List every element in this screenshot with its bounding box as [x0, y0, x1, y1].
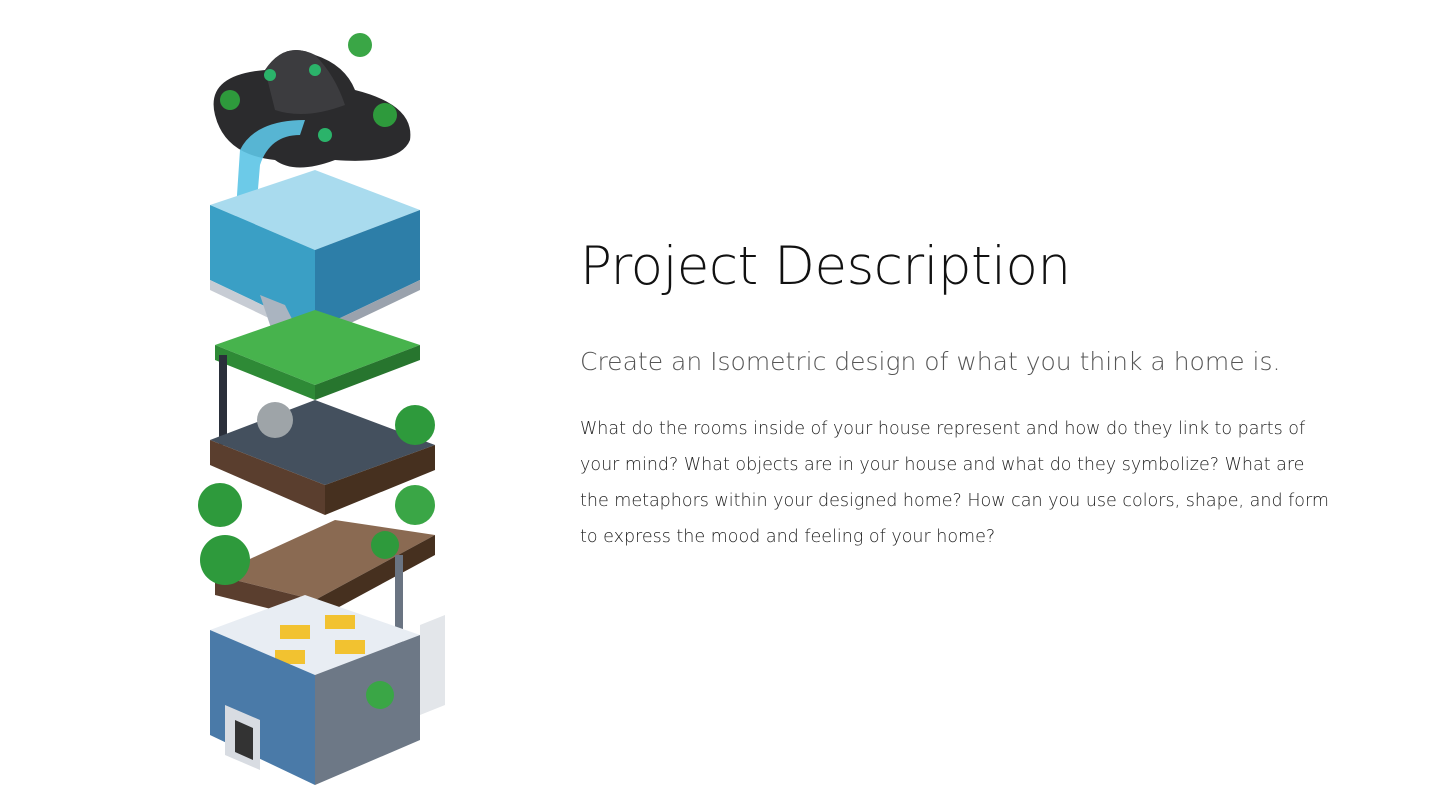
- isometric-house-illustration: [185, 25, 455, 790]
- description-text: What do the rooms inside of your house r…: [580, 419, 1329, 547]
- page-title: Project Description: [580, 236, 1071, 297]
- subtitle: Create an Isometric design of what you t…: [580, 347, 1281, 376]
- project-description-section: Project Description Create an Isometric …: [580, 232, 1340, 555]
